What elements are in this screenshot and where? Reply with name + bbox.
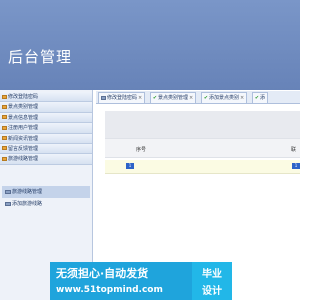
folder-icon [2, 94, 7, 99]
sidebar-item-feedback[interactable]: 留言反馈管理 [0, 143, 92, 155]
watermark-slogan: 无须担心·自动发货 [56, 267, 149, 280]
folder-icon [2, 156, 7, 161]
submenu-item-route-manage[interactable]: 旅游线路管理 [2, 186, 90, 198]
watermark-url: www.51topmind.com [56, 285, 163, 295]
watermark-badge-line2: 设计 [202, 286, 222, 297]
submenu-item-add-route[interactable]: 添加旅游线路 [0, 198, 92, 210]
sidebar-item-spot-category[interactable]: 景点类别管理 [0, 102, 92, 113]
sidebar-item-spot-info[interactable]: 景点信息管理 [0, 112, 92, 124]
watermark-badge-line1: 毕业 [202, 269, 222, 280]
check-icon: ✔ [152, 95, 158, 101]
tab-add-spot-category[interactable]: ✔添加景点类别× [200, 92, 248, 103]
column-header-index: 序号 [136, 147, 147, 153]
column-header-name: 联 [291, 147, 297, 153]
page-icon [5, 201, 11, 206]
folder-icon [2, 125, 7, 130]
row-cell-link[interactable]: 1 [126, 163, 134, 169]
row-cell-link[interactable]: 1 [292, 163, 300, 169]
close-icon[interactable]: × [240, 95, 244, 101]
content-toolbar [105, 111, 300, 138]
grid-header: 序号 联 [105, 138, 300, 158]
watermark-text-block: 无须担心·自动发货 www.51topmind.com [50, 262, 192, 300]
watermark-banner: 无须担心·自动发货 www.51topmind.com 毕业 设计 [50, 262, 250, 300]
page-icon [5, 189, 11, 194]
folder-icon [2, 136, 7, 141]
folder-icon [2, 104, 7, 109]
sidebar-menu: 修改登陆密码 景点类别管理 景点信息管理 注册用户管理 新闻资讯管理 留言反馈管… [0, 92, 92, 165]
tab-add-more[interactable]: ✔添 [251, 92, 269, 103]
close-icon[interactable]: × [189, 95, 193, 101]
sidebar-item-routes[interactable]: 旅游线路管理 [0, 154, 92, 165]
check-icon: ✔ [203, 95, 209, 101]
page-icon [101, 95, 106, 100]
check-icon: ✔ [254, 95, 260, 101]
tab-bar: 修改登陆密码× ✔景点类别管理× ✔添加景点类别× ✔添 [96, 91, 300, 104]
sidebar-item-change-password[interactable]: 修改登陆密码 [0, 92, 92, 103]
folder-icon [2, 146, 7, 151]
data-grid: 序号 联 1 1 [105, 138, 300, 174]
page-title: 后台管理 [8, 48, 73, 66]
header-bar: 后台管理 [0, 0, 300, 90]
sidebar-submenu: 旅游线路管理 添加旅游线路 [0, 186, 92, 210]
sidebar-item-news[interactable]: 新闻资讯管理 [0, 133, 92, 144]
close-icon[interactable]: × [138, 95, 142, 101]
tab-change-password[interactable]: 修改登陆密码× [98, 92, 146, 103]
table-row[interactable]: 1 1 [105, 160, 300, 174]
sidebar-item-users[interactable]: 注册用户管理 [0, 123, 92, 134]
folder-icon [2, 115, 7, 120]
tab-spot-category[interactable]: ✔景点类别管理× [149, 92, 197, 103]
watermark-badge: 毕业 设计 [192, 262, 232, 300]
